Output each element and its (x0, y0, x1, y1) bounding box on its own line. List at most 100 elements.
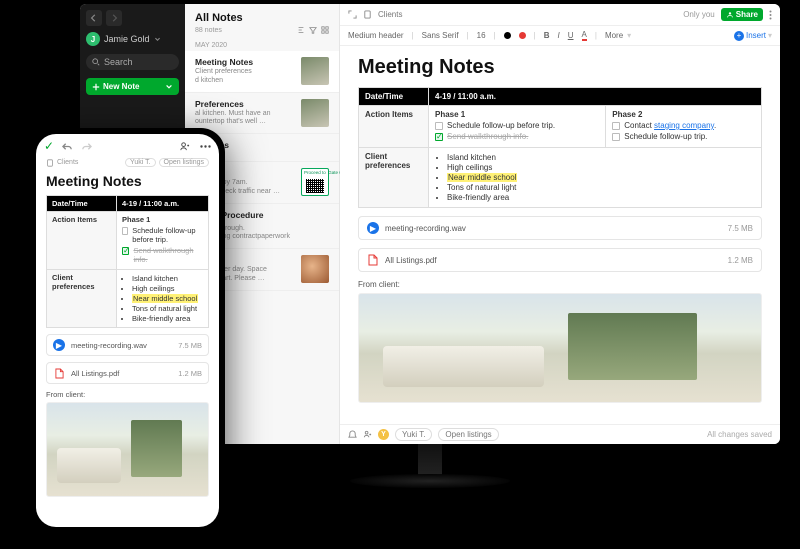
row-action-items: Action Items (47, 212, 117, 270)
view-options-icon[interactable] (321, 26, 329, 34)
client-photo[interactable] (358, 293, 762, 403)
note-item-thumbnail (301, 99, 329, 127)
prefs-list: Island kitchen High ceilings Near middle… (122, 274, 203, 323)
cell-phase1[interactable]: Phase 1 Schedule follow-up before trip. … (429, 106, 606, 148)
done-check-icon[interactable]: ✓ (44, 139, 54, 153)
note-list-item[interactable]: Meeting Notes Client preferences d kitch… (185, 51, 339, 93)
checkbox[interactable] (122, 247, 129, 255)
cell-phase2[interactable]: Phase 2 Contact staging company. Schedul… (606, 106, 762, 148)
add-person-icon[interactable] (179, 141, 190, 152)
task-label: Schedule follow-up trip. (624, 132, 707, 141)
notebook-name[interactable]: Clients (57, 159, 78, 166)
checkbox[interactable] (435, 122, 443, 130)
editor-status-bar: Y Yuki T. Open listings All changes save… (340, 424, 780, 444)
note-item-snippet: al kitchen. Must have an (195, 110, 295, 119)
attachment-audio[interactable]: ▶ meeting-recording.wav 7.5 MB (46, 334, 209, 356)
tag-listings[interactable]: Open listings (159, 158, 209, 167)
bold-button[interactable]: B (544, 31, 550, 40)
plus-icon: + (734, 31, 744, 41)
font-family-select[interactable]: Sans Serif (422, 31, 459, 40)
editor-topbar: Clients Only you Share (340, 4, 780, 26)
checkbox[interactable] (122, 227, 128, 235)
checkbox[interactable] (612, 133, 620, 141)
undo-icon[interactable] (62, 141, 73, 152)
note-body[interactable]: Meeting Notes Date/Time 4-19 / 11:00 a.m… (340, 46, 780, 424)
account-switcher[interactable]: J Jamie Gold (86, 32, 179, 46)
attachment-name: meeting-recording.wav (71, 341, 147, 350)
audio-icon: ▶ (53, 339, 65, 351)
cell-phase1[interactable]: Phase 1 Schedule follow-up before trip. … (117, 212, 209, 270)
pref-item: Bike-friendly area (132, 314, 203, 323)
pref-item: Near middle school (132, 294, 203, 303)
th-datetime-value: 4-19 / 11:00 a.m. (429, 88, 762, 106)
text-color-button[interactable]: A (582, 30, 587, 41)
highlight-color-picker[interactable] (519, 32, 526, 39)
new-note-button[interactable]: New Note (86, 78, 179, 95)
collaborator-tag[interactable]: Yuki T. (395, 428, 432, 441)
pref-item: High ceilings (447, 163, 755, 172)
more-options-icon[interactable] (769, 10, 772, 20)
underline-button[interactable]: U (568, 31, 574, 40)
phase2-label: Phase 2 (612, 110, 642, 119)
insert-label: Insert (746, 31, 766, 40)
font-size-select[interactable]: 16 (477, 31, 486, 40)
attachment-size: 1.2 MB (178, 369, 202, 378)
notebook-icon[interactable] (46, 159, 54, 167)
checkbox[interactable] (612, 122, 620, 130)
pref-item: Island kitchen (132, 274, 203, 283)
status-tag[interactable]: Open listings (438, 428, 498, 441)
notebook-icon[interactable] (363, 10, 372, 19)
meeting-table: Date/Time 4-19 / 11:00 a.m. Action Items… (46, 195, 209, 328)
sort-icon[interactable] (297, 26, 305, 34)
note-list-item[interactable]: Preferences al kitchen. Must have an oun… (185, 93, 339, 135)
search-input[interactable]: Search (86, 54, 179, 70)
notebook-name[interactable]: Clients (378, 10, 402, 19)
cell-prefs[interactable]: Island kitchen High ceilings Near middle… (429, 148, 762, 208)
pref-item: Island kitchen (447, 153, 755, 162)
reminder-icon[interactable] (348, 430, 357, 439)
paragraph-style-select[interactable]: Medium header (348, 31, 404, 40)
share-label: Share (736, 10, 758, 19)
chevron-down-icon[interactable] (165, 83, 173, 91)
note-title[interactable]: Meeting Notes (358, 56, 762, 79)
attachment-pdf[interactable]: All Listings.pdf 1.2 MB (358, 248, 762, 272)
format-toolbar: Medium header| Sans Serif| 16| | B I U A… (340, 26, 780, 46)
note-title[interactable]: Meeting Notes (36, 169, 219, 195)
italic-button[interactable]: I (558, 31, 560, 40)
attachment-name: All Listings.pdf (385, 256, 437, 265)
notes-count: 88 notes (195, 27, 222, 34)
nav-forward-button[interactable] (106, 10, 122, 26)
text-color-picker[interactable] (504, 32, 511, 39)
more-format-button[interactable]: More (605, 31, 623, 40)
checkbox[interactable] (435, 133, 443, 141)
share-status: Only you (683, 10, 715, 19)
cell-prefs[interactable]: Island kitchen High ceilings Near middle… (117, 270, 209, 328)
insert-button[interactable]: + Insert ▾ (734, 31, 772, 41)
attachment-pdf[interactable]: All Listings.pdf 1.2 MB (46, 362, 209, 384)
task-label: Contact staging company. (624, 121, 716, 130)
add-tag-icon[interactable] (363, 430, 372, 439)
staging-company-link[interactable]: staging company (654, 121, 714, 130)
note-item-title: Preferences (195, 99, 295, 109)
pdf-icon (53, 367, 65, 379)
tag-user[interactable]: Yuki T. (125, 158, 156, 167)
attachment-name: meeting-recording.wav (385, 224, 466, 233)
expand-icon[interactable] (348, 10, 357, 19)
attachment-audio[interactable]: ▶ meeting-recording.wav 7.5 MB (358, 216, 762, 240)
redo-icon[interactable] (81, 141, 92, 152)
task-label: Send walkthrough info. (133, 246, 203, 264)
phone-screen: ✓ Clients Yuki T. Open listings Meeting … (36, 134, 219, 527)
nav-back-button[interactable] (86, 10, 102, 26)
collaborator-avatar[interactable]: Y (378, 429, 389, 440)
client-photo[interactable] (46, 402, 209, 497)
pdf-icon (367, 254, 379, 266)
note-body[interactable]: Date/Time 4-19 / 11:00 a.m. Action Items… (36, 195, 219, 527)
more-options-icon[interactable] (200, 145, 211, 148)
filter-icon[interactable] (309, 26, 317, 34)
chevron-down-icon (154, 36, 161, 43)
pref-item: Tons of natural light (447, 183, 755, 192)
meeting-table: Date/Time 4-19 / 11:00 a.m. Action Items… (358, 87, 762, 208)
save-status: All changes saved (707, 430, 772, 439)
pref-item: High ceilings (132, 284, 203, 293)
share-button[interactable]: Share (721, 8, 763, 21)
